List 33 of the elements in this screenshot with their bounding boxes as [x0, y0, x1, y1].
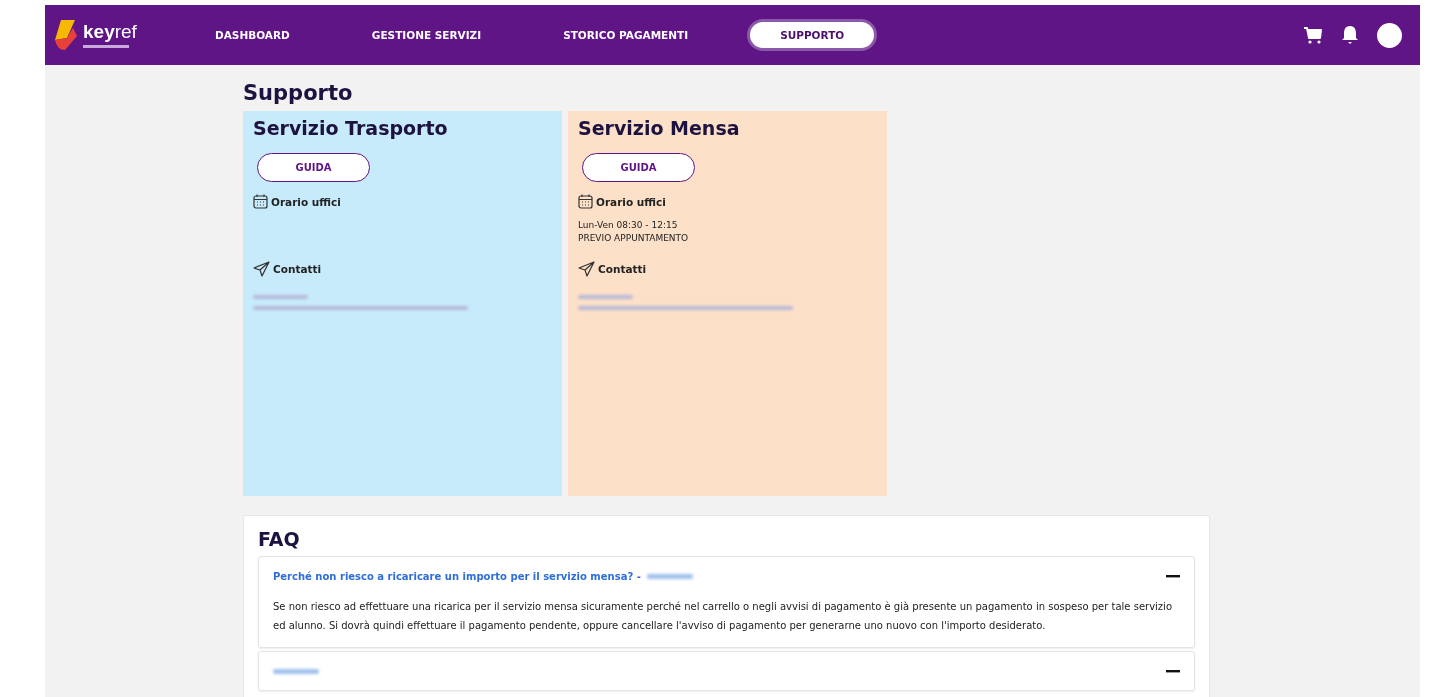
calendar-icon — [253, 194, 268, 209]
faq-item[interactable] — [258, 556, 1195, 648]
nav-tab[interactable]: SUPPORTO — [750, 22, 875, 48]
office-hours-label: Orario uffici — [271, 195, 341, 208]
service-title: Servizio Mensa — [578, 117, 741, 139]
avatar-circle[interactable] — [1377, 22, 1402, 48]
logo-icon — [53, 18, 79, 52]
guide-button[interactable]: GUIDA — [257, 153, 370, 182]
nav-tab[interactable]: STORICO PAGAMENTI — [543, 22, 709, 48]
office-hours-label: Orario uffici — [596, 195, 666, 208]
nav-tab[interactable]: GESTIONE SERVIZI — [351, 22, 502, 48]
guide-button[interactable]: GUIDA — [582, 153, 695, 182]
contacts-label: Contatti — [598, 263, 647, 275]
blurred-text — [253, 295, 308, 299]
bell-icon[interactable] — [1341, 25, 1359, 45]
faq-title: FAQ — [258, 528, 301, 550]
cart-icon[interactable] — [1303, 26, 1323, 44]
blurred-text — [646, 573, 693, 579]
contacts-label: Contatti — [273, 263, 322, 275]
office-hours-text: PREVIO APPUNTAMENTO — [578, 232, 690, 245]
paper-plane-icon — [578, 261, 595, 277]
blurred-text — [273, 668, 319, 674]
blurred-text — [578, 295, 633, 299]
calendar-icon — [578, 194, 593, 209]
nav-tab[interactable]: DASHBOARD — [195, 22, 310, 48]
brand-name: keyref — [83, 22, 137, 42]
paper-plane-icon — [253, 261, 270, 277]
faq-answer: Se non riesco ad effettuare una ricarica per il servizio mensa sicuramente perché nel carrello o negli avvisi di pagamento è già presente un pagamento in sospeso per tale servizio ed alunno. Si dovrà quindi effettuare il pagamento pendente, oppure cancellare l'avviso di pagamento per generarne uno nuovo con l'importo desiderato. — [273, 600, 1173, 633]
page-title: Supporto — [243, 81, 354, 105]
service-title: Servizio Trasporto — [253, 117, 449, 139]
blurred-tagline — [83, 45, 129, 48]
office-hours-text: Lun-Ven 08:30 - 12:15 — [578, 219, 679, 232]
faq-question[interactable]: Perché non riesco a ricaricare un importo per il servizio mensa? - — [273, 570, 641, 582]
